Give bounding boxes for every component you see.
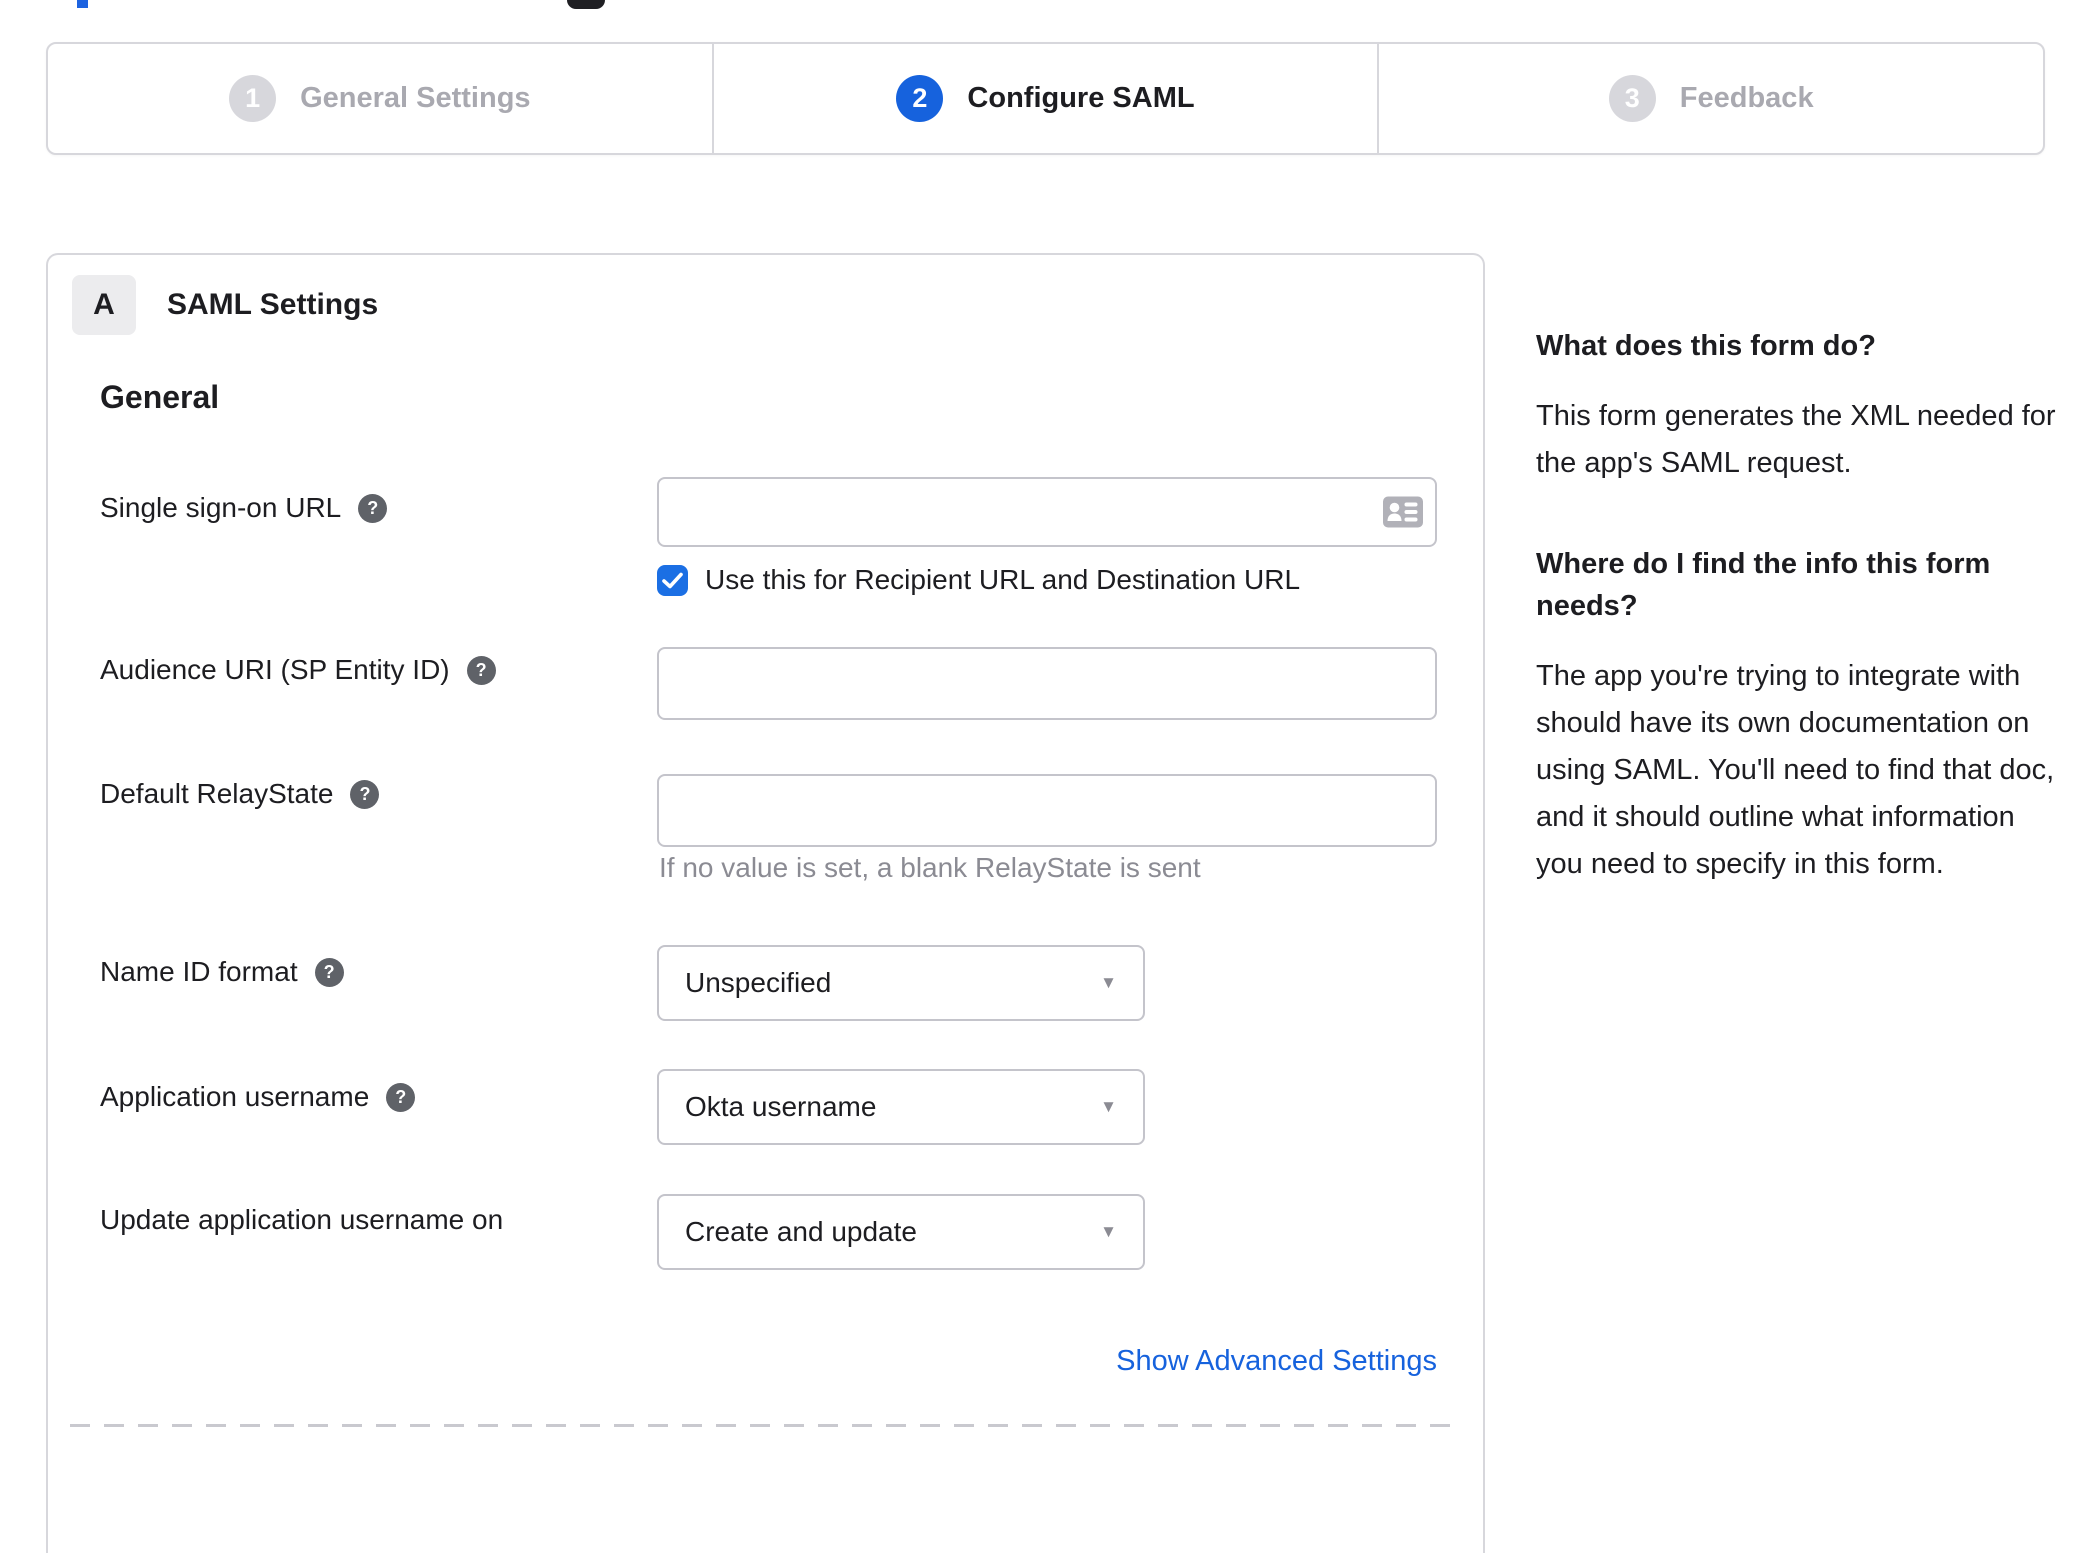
wizard-stepper: 1 General Settings 2 Configure SAML 3 Fe… — [46, 42, 2045, 155]
sso-url-input-wrap — [657, 477, 1437, 547]
step-label: General Settings — [300, 82, 531, 114]
sidebar-answer-2: The app you're trying to integrate with … — [1536, 660, 2055, 880]
update-username-label: Update application username on — [100, 1204, 504, 1235]
panel-title: SAML Settings — [167, 288, 379, 321]
select-value: Create and update — [685, 1216, 917, 1247]
relay-state-label: Default RelayState ? — [100, 778, 380, 810]
relay-state-input-wrap — [657, 774, 1437, 847]
header-fragment-blue — [77, 0, 88, 8]
show-advanced-settings-link[interactable]: Show Advanced Settings — [657, 1345, 1437, 1378]
header-fragment-dark — [567, 0, 605, 9]
saml-settings-panel: A SAML Settings General Single sign-on U… — [46, 253, 1485, 1553]
step-label: Configure SAML — [967, 82, 1195, 114]
sso-url-label: Single sign-on URL ? — [100, 492, 388, 524]
help-icon[interactable]: ? — [314, 957, 344, 987]
application-username-label: Application username ? — [100, 1081, 416, 1113]
relay-state-hint: If no value is set, a blank RelayState i… — [659, 852, 1201, 883]
relay-state-input[interactable] — [657, 774, 1437, 847]
step-feedback[interactable]: 3 Feedback — [1377, 44, 2043, 153]
name-id-format-select[interactable]: Unspecified ▼ — [657, 945, 1145, 1021]
sidebar-question-1: What does this form do? — [1536, 330, 1876, 362]
recipient-url-checkbox-row: Use this for Recipient URL and Destinati… — [657, 564, 1300, 596]
help-icon[interactable]: ? — [466, 655, 496, 685]
contact-card-icon[interactable] — [1383, 496, 1423, 528]
help-sidebar: What does this form do? This form genera… — [1536, 325, 2064, 944]
step-number-badge: 3 — [1608, 75, 1656, 122]
help-icon[interactable]: ? — [358, 493, 388, 523]
audience-uri-label: Audience URI (SP Entity ID) ? — [100, 654, 496, 686]
name-id-format-label: Name ID format ? — [100, 956, 344, 988]
step-label: Feedback — [1679, 82, 1814, 114]
audience-uri-input[interactable] — [657, 647, 1437, 720]
sso-url-input[interactable] — [657, 477, 1437, 547]
step-general-settings[interactable]: 1 General Settings — [48, 44, 712, 153]
chevron-down-icon: ▼ — [1100, 973, 1117, 992]
chevron-down-icon: ▼ — [1100, 1097, 1117, 1116]
step-number-badge: 2 — [896, 75, 944, 122]
chevron-down-icon: ▼ — [1100, 1222, 1117, 1241]
section-a-badge: A — [72, 275, 136, 335]
select-value: Unspecified — [685, 967, 832, 998]
sidebar-question-2: Where do I find the info this form needs… — [1536, 547, 1991, 623]
recipient-url-checkbox[interactable] — [657, 564, 688, 596]
select-value: Okta username — [685, 1091, 877, 1122]
step-configure-saml[interactable]: 2 Configure SAML — [711, 44, 1378, 153]
recipient-url-checkbox-label: Use this for Recipient URL and Destinati… — [705, 564, 1301, 595]
application-username-select[interactable]: Okta username ▼ — [657, 1069, 1145, 1145]
sidebar-answer-1: This form generates the XML needed for t… — [1536, 400, 2056, 480]
update-username-select[interactable]: Create and update ▼ — [657, 1194, 1145, 1270]
help-icon[interactable]: ? — [350, 779, 380, 809]
step-number-badge: 1 — [229, 75, 277, 122]
audience-uri-input-wrap — [657, 647, 1437, 720]
general-section-heading: General — [100, 379, 220, 415]
help-icon[interactable]: ? — [386, 1082, 416, 1112]
